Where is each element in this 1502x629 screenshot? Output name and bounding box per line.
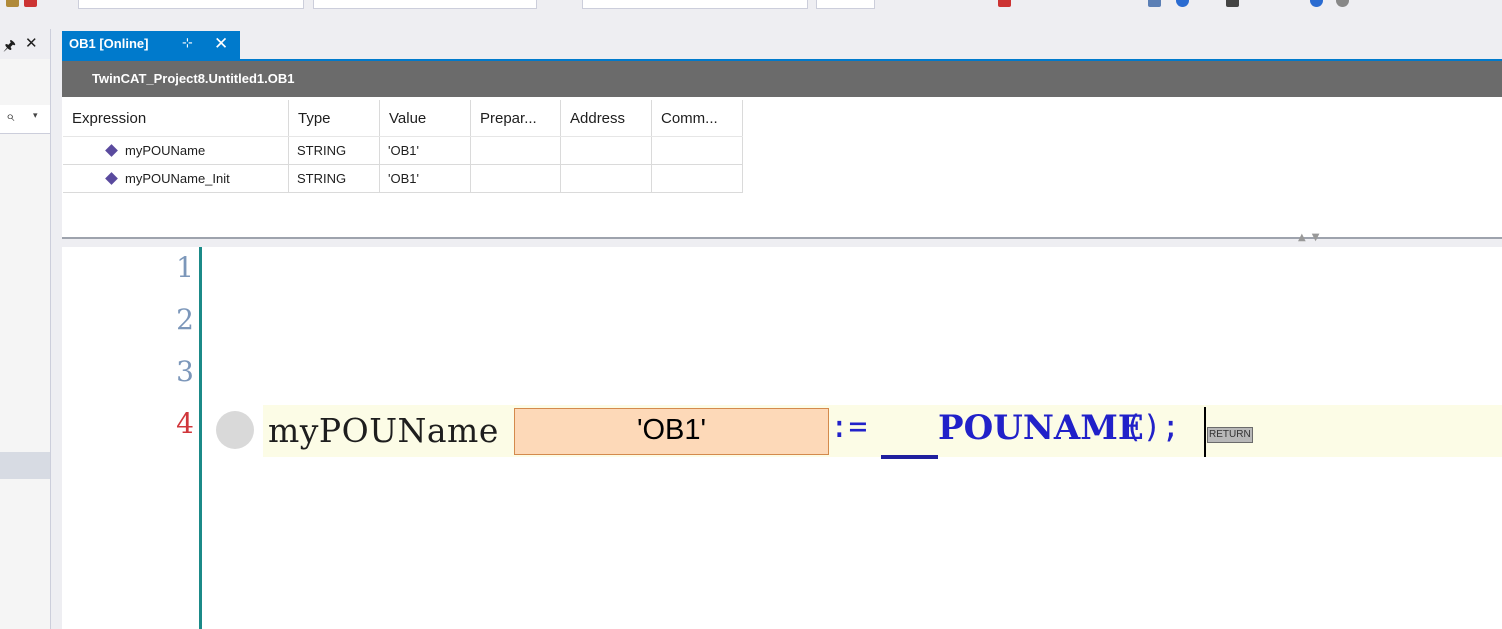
search-icon[interactable]: ⌕	[6, 107, 14, 125]
prepared-value-cell[interactable]	[470, 164, 561, 193]
return-marker: RETURN	[1207, 427, 1253, 443]
close-icon[interactable]: ✕	[25, 34, 38, 52]
expression-text: myPOUName	[125, 143, 206, 158]
address-cell	[560, 164, 652, 193]
configuration-combo[interactable]	[582, 0, 808, 9]
table-row[interactable]: myPOUName_Init STRING 'OB1'	[63, 164, 743, 193]
toolbar-icon[interactable]	[1336, 0, 1349, 7]
line-number: 1	[176, 251, 194, 284]
prepared-value-cell[interactable]	[470, 136, 561, 165]
column-header-address[interactable]: Address	[560, 100, 652, 137]
call-suffix: ();	[1124, 409, 1180, 445]
tool-window-header: 🖈 ✕	[0, 29, 50, 59]
pou-editor: TwinCAT_Project8.Untitled1.OB1 Expressio…	[62, 61, 1502, 629]
main-toolbar	[0, 0, 1502, 12]
pou-path-bar: TwinCAT_Project8.Untitled1.OB1	[62, 61, 1502, 97]
target-combo[interactable]	[313, 0, 537, 9]
toolbar-icon[interactable]	[1148, 0, 1161, 7]
underscore-prefix	[881, 455, 938, 459]
stop-icon[interactable]	[998, 0, 1011, 7]
address-cell	[560, 136, 652, 165]
toolbar-icon[interactable]	[1226, 0, 1239, 7]
column-header-value[interactable]: Value	[379, 100, 471, 137]
variables-table: Expression Type Value Prepar... Address …	[63, 100, 743, 193]
editor-splitter[interactable]: ▲▼	[62, 232, 1502, 247]
toolbar-icon[interactable]	[1310, 0, 1323, 7]
type-cell: STRING	[288, 136, 380, 165]
gutter-separator	[199, 247, 202, 629]
splitter-arrows-icon[interactable]: ▲▼	[1298, 232, 1325, 243]
assign-operator: :=	[830, 409, 868, 445]
table-header-row: Expression Type Value Prepar... Address …	[63, 100, 743, 137]
tab-ob1-online[interactable]: OB1 [Online] ⊹ ✕	[62, 31, 240, 60]
left-tool-window: 🖈 ✕ ⌕ ▾	[0, 29, 51, 629]
inline-monitoring-value[interactable]: 'OB1'	[514, 408, 829, 455]
toolbar-icon[interactable]	[24, 0, 37, 7]
expression-cell[interactable]: myPOUName_Init	[63, 164, 289, 193]
tool-window-search[interactable]: ⌕ ▾	[0, 105, 50, 134]
variable-icon	[105, 144, 118, 157]
solution-combo[interactable]	[78, 0, 304, 9]
line-number: 3	[176, 355, 194, 388]
type-cell: STRING	[288, 164, 380, 193]
expression-text: myPOUName_Init	[125, 171, 230, 186]
value-cell: 'OB1'	[379, 164, 471, 193]
variable-icon	[105, 172, 118, 185]
toolbar-icon[interactable]	[6, 0, 19, 7]
expression-cell[interactable]: myPOUName	[63, 136, 289, 165]
pou-path: TwinCAT_Project8.Untitled1.OB1	[92, 71, 295, 86]
value-cell: 'OB1'	[379, 136, 471, 165]
column-header-expression[interactable]: Expression	[63, 100, 289, 137]
breakpoint-icon[interactable]	[216, 411, 254, 449]
tab-label: OB1 [Online]	[69, 36, 149, 51]
pin-icon[interactable]: 🖈	[3, 35, 16, 59]
toolbar-button[interactable]	[816, 0, 875, 9]
selected-tree-item[interactable]	[0, 452, 50, 479]
line-number: 2	[176, 303, 194, 336]
inline-value-text: 'OB1'	[636, 414, 707, 446]
code-identifier[interactable]: myPOUName	[268, 411, 499, 450]
chevron-down-icon[interactable]: ▾	[33, 111, 38, 121]
comment-cell	[651, 164, 743, 193]
table-row[interactable]: myPOUName STRING 'OB1'	[63, 136, 743, 165]
comment-cell	[651, 136, 743, 165]
column-header-type[interactable]: Type	[288, 100, 380, 137]
function-name[interactable]: POUNAME	[938, 408, 1144, 448]
line-number-active: 4	[176, 407, 194, 440]
pin-icon[interactable]: ⊹	[182, 36, 193, 51]
text-caret	[1204, 407, 1206, 457]
column-header-prepared[interactable]: Prepar...	[470, 100, 561, 137]
column-header-comment[interactable]: Comm...	[651, 100, 743, 137]
code-editor[interactable]: 1 2 3 4 myPOUName 'OB1' := POUNAME (); R…	[62, 247, 1502, 629]
declaration-grid: Expression Type Value Prepar... Address …	[62, 97, 1502, 237]
close-icon[interactable]: ✕	[214, 34, 228, 54]
toolbar-icon[interactable]	[1176, 0, 1189, 7]
